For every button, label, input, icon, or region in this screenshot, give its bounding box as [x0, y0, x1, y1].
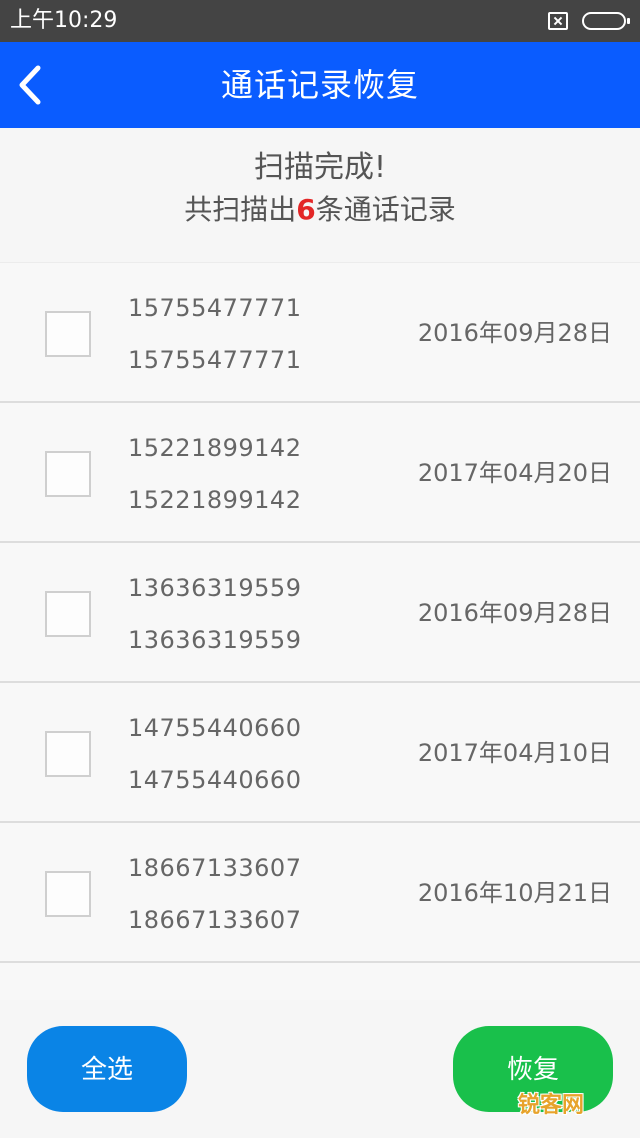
sim-card-icon [548, 12, 568, 30]
record-number: 15755477771 [128, 346, 302, 374]
record-checkbox[interactable] [45, 311, 91, 357]
record-date: 2016年09月28日 [417, 599, 612, 627]
record-name: 15221899142 [128, 434, 302, 462]
select-all-button[interactable]: 全选 [27, 1026, 187, 1112]
record-name: 15755477771 [128, 294, 302, 322]
record-date: 2017年04月20日 [417, 459, 612, 487]
record-number: 15221899142 [128, 486, 302, 514]
call-record-list: 15755477771 15755477771 2016年09月28日 1522… [0, 262, 640, 1001]
scan-complete-title: 扫描完成! [253, 150, 387, 185]
record-date: 2017年04月10日 [417, 739, 612, 767]
record-number: 14755440660 [128, 766, 302, 794]
call-record-row[interactable]: 15221899142 15221899142 2017年04月20日 [0, 403, 640, 543]
status-bar: 上午10:29 [0, 0, 640, 42]
status-time: 上午10:29 [10, 8, 118, 33]
scan-count-number: 6 [296, 193, 316, 226]
scan-count-suffix: 条通话记录 [315, 193, 456, 226]
record-name: 13636319559 [128, 574, 302, 602]
bottom-action-bar: 全选 恢复 锐客网 [0, 1000, 640, 1138]
call-record-row[interactable]: 14755440660 14755440660 2017年04月10日 [0, 683, 640, 823]
record-date: 2016年10月21日 [417, 879, 612, 907]
record-date: 2016年09月28日 [417, 319, 612, 347]
record-checkbox[interactable] [45, 591, 91, 637]
call-record-row[interactable]: 18667133607 18667133607 2016年10月21日 [0, 823, 640, 963]
page-title: 通话记录恢复 [220, 66, 419, 104]
record-number: 13636319559 [128, 626, 302, 654]
title-bar: 通话记录恢复 [0, 42, 640, 128]
record-checkbox[interactable] [45, 871, 91, 917]
battery-icon [582, 12, 630, 30]
scan-summary: 扫描完成! 共扫描出6条通话记录 [0, 128, 640, 246]
scan-count-prefix: 共扫描出 [184, 193, 297, 226]
record-name: 14755440660 [128, 714, 302, 742]
record-checkbox[interactable] [45, 451, 91, 497]
record-name: 18667133607 [128, 854, 302, 882]
call-record-row[interactable]: 15755477771 15755477771 2016年09月28日 [0, 263, 640, 403]
call-record-row[interactable]: 13636319559 13636319559 2016年09月28日 [0, 543, 640, 683]
watermark-logo: 锐客网 [518, 1093, 585, 1118]
record-checkbox[interactable] [45, 731, 91, 777]
scan-count-text: 共扫描出6条通话记录 [0, 192, 640, 228]
record-number: 18667133607 [128, 906, 302, 934]
